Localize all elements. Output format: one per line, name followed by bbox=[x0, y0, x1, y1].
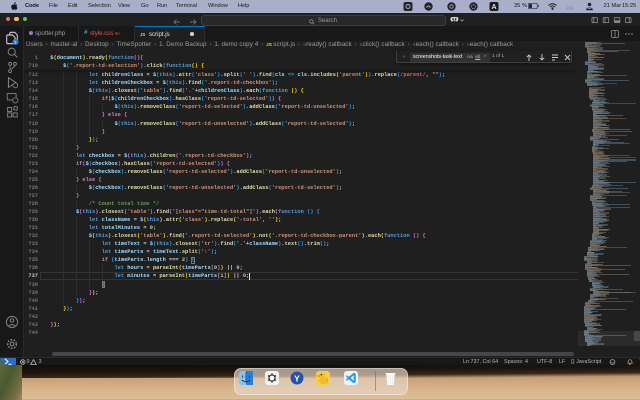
svg-text:Y: Y bbox=[294, 373, 300, 383]
svg-text:A: A bbox=[492, 4, 497, 11]
